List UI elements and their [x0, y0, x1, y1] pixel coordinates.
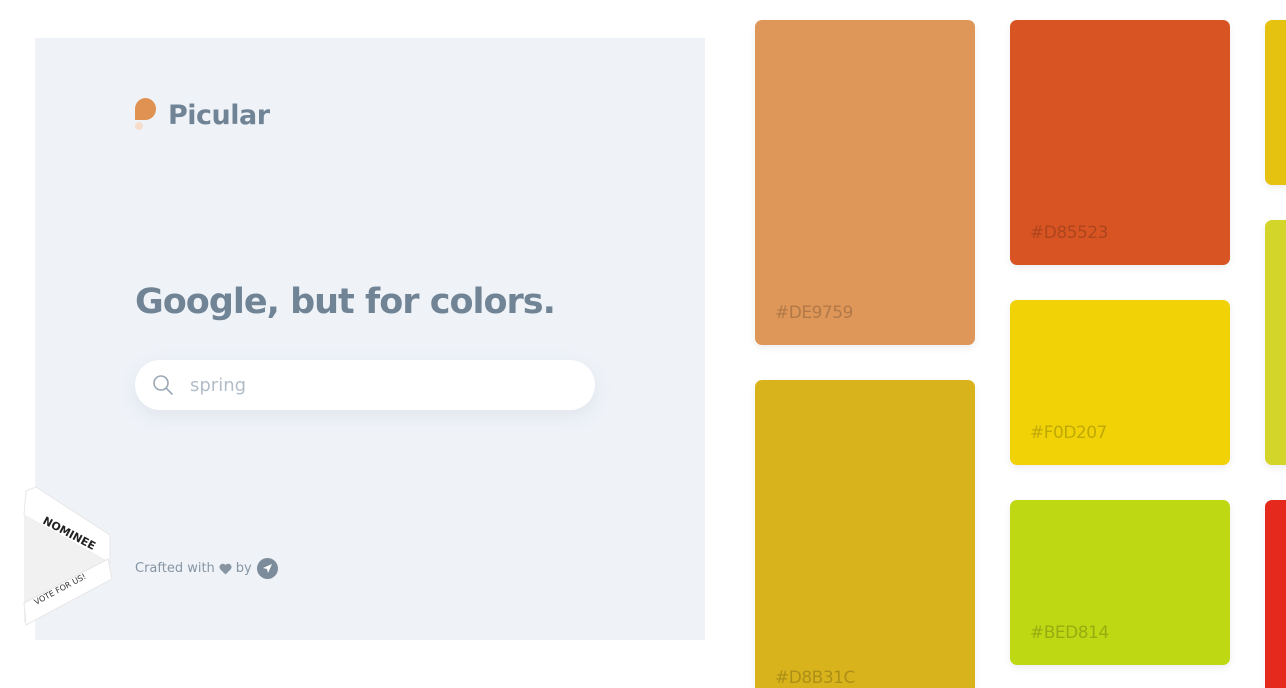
page: Picular Google, but for colors. Crafted …: [0, 0, 1286, 688]
search-bar[interactable]: [135, 360, 595, 410]
swatch-hex-label: #DE9759: [775, 303, 853, 323]
color-swatch[interactable]: #DE9759: [755, 20, 975, 345]
color-swatch[interactable]: #D85523: [1010, 20, 1230, 265]
swatch-hex-label: #D85523: [1030, 223, 1108, 243]
logo[interactable]: Picular: [135, 98, 270, 132]
by-text: by: [235, 561, 252, 576]
footer-credit: Crafted with by: [135, 558, 278, 579]
swatch-hex-label: #F0D207: [1030, 423, 1107, 443]
color-swatch[interactable]: #F0D207: [1010, 300, 1230, 465]
brand-name: Picular: [168, 99, 270, 131]
headline: Google, but for colors.: [135, 282, 556, 322]
heart-icon: [219, 563, 232, 574]
rocket-icon[interactable]: [256, 558, 278, 579]
color-swatch[interactable]: #BED814: [1010, 500, 1230, 665]
crafted-text: Crafted with: [135, 561, 215, 576]
color-swatch[interactable]: [1265, 20, 1286, 185]
swatch-hex-label: #BED814: [1030, 623, 1109, 643]
search-input[interactable]: [188, 373, 572, 397]
color-swatch[interactable]: [1265, 500, 1286, 688]
search-icon: [153, 375, 173, 395]
search-panel: Picular Google, but for colors. Crafted …: [35, 38, 705, 640]
logo-icon: [135, 98, 159, 132]
color-swatch[interactable]: #D8B31C: [755, 380, 975, 688]
color-swatch[interactable]: [1265, 220, 1286, 465]
nominee-ribbon[interactable]: NOMINEE VOTE FOR US!: [22, 485, 122, 635]
swatch-hex-label: #D8B31C: [775, 668, 855, 688]
